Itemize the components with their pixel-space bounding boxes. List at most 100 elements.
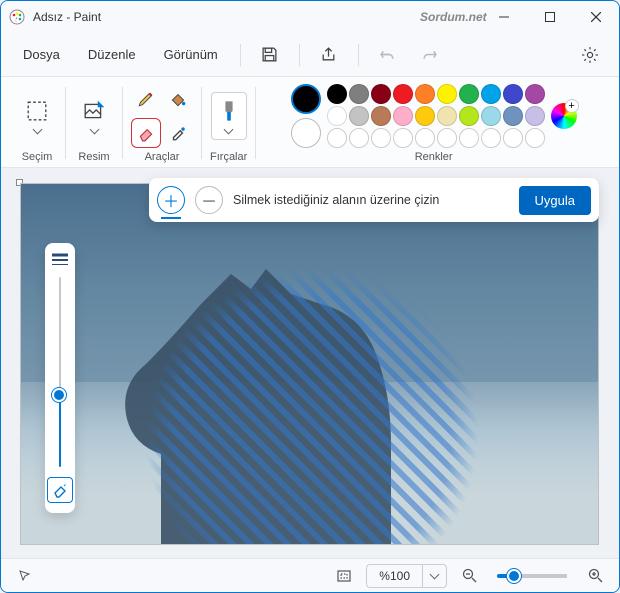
chevron-down-icon[interactable] (422, 564, 446, 588)
color-chip-empty[interactable] (349, 128, 369, 148)
active-colors (291, 84, 321, 148)
brush-size-panel (45, 243, 75, 513)
titlebar: Adsız - Paint Sordum.net (1, 1, 619, 33)
menu-edit[interactable]: Düzenle (78, 41, 146, 68)
color-chip[interactable] (437, 106, 457, 126)
undo-icon[interactable] (371, 38, 405, 72)
brush-size-decrease[interactable]: － (195, 186, 223, 214)
color-chip[interactable] (349, 84, 369, 104)
selection-tool[interactable] (17, 92, 57, 140)
group-label-selection: Seçim (22, 151, 53, 163)
apply-button[interactable]: Uygula (519, 186, 591, 215)
color-chip[interactable] (393, 106, 413, 126)
slider-thumb[interactable] (507, 569, 521, 583)
color-chip[interactable] (327, 106, 347, 126)
chevron-down-icon (224, 125, 234, 135)
redo-icon[interactable] (413, 38, 447, 72)
group-image: Resim (68, 83, 120, 163)
color-chip-empty[interactable] (415, 128, 435, 148)
color-chip[interactable] (481, 106, 501, 126)
zoom-value: %100 (367, 569, 422, 583)
color-chip[interactable] (503, 106, 523, 126)
save-icon[interactable] (253, 38, 287, 72)
brush-size-increase[interactable]: ＋ (157, 186, 185, 214)
color-chip-empty[interactable] (393, 128, 413, 148)
window-title: Adsız - Paint (33, 10, 481, 24)
settings-icon[interactable] (573, 38, 607, 72)
color-chip[interactable] (393, 84, 413, 104)
color-chip-empty[interactable] (371, 128, 391, 148)
group-selection: Seçim (11, 83, 63, 163)
cursor-position-icon (11, 562, 39, 590)
color-chip[interactable] (481, 84, 501, 104)
color-chip-empty[interactable] (327, 128, 347, 148)
zoom-out-icon[interactable] (455, 562, 483, 590)
primary-color[interactable] (291, 84, 321, 114)
pencil-tool[interactable] (131, 84, 161, 114)
group-label-brushes: Fırçalar (210, 151, 247, 163)
brush-lines-icon (51, 253, 69, 267)
fit-to-window-icon[interactable] (330, 562, 358, 590)
maximize-button[interactable] (527, 1, 573, 33)
color-chip-empty[interactable] (459, 128, 479, 148)
color-chip-empty[interactable] (481, 128, 501, 148)
watermark: Sordum.net (420, 10, 487, 24)
menubar: Dosya Düzenle Görünüm (1, 33, 619, 77)
color-chip[interactable] (459, 106, 479, 126)
separator (240, 44, 241, 66)
separator (122, 87, 123, 159)
window-controls (481, 1, 619, 33)
color-chip-empty[interactable] (437, 128, 457, 148)
separator (65, 87, 66, 159)
paint-app-icon (9, 9, 25, 25)
share-icon[interactable] (312, 38, 346, 72)
separator (358, 44, 359, 66)
color-chip-empty[interactable] (503, 128, 523, 148)
color-chip[interactable] (327, 84, 347, 104)
ribbon: Seçim Resim (1, 77, 619, 168)
close-button[interactable] (573, 1, 619, 33)
group-brushes: Fırçalar (204, 83, 253, 163)
erase-selection-overlay (81, 234, 501, 544)
erase-hint-text: Silmek istediğiniz alanın üzerine çizin (233, 193, 509, 207)
color-chip[interactable] (525, 84, 545, 104)
color-chip[interactable] (349, 106, 369, 126)
separator (299, 44, 300, 66)
image-tool[interactable] (74, 92, 114, 140)
zoom-dropdown[interactable]: %100 (366, 564, 447, 588)
group-label-colors: Renkler (415, 151, 453, 163)
fill-tool[interactable] (163, 84, 193, 114)
color-chip[interactable] (371, 106, 391, 126)
menu-file[interactable]: Dosya (13, 41, 70, 68)
chevron-down-icon (32, 124, 42, 134)
canvas[interactable] (21, 184, 598, 544)
brushes-button[interactable] (211, 92, 247, 140)
menu-view[interactable]: Görünüm (154, 41, 228, 68)
color-chip[interactable] (437, 84, 457, 104)
color-chip[interactable] (459, 84, 479, 104)
group-colors: Renkler (258, 83, 609, 163)
group-label-tools: Araçlar (145, 151, 180, 163)
group-label-image: Resim (78, 151, 109, 163)
color-chip[interactable] (371, 84, 391, 104)
color-chip[interactable] (525, 106, 545, 126)
secondary-color[interactable] (291, 118, 321, 148)
color-chip-empty[interactable] (525, 128, 545, 148)
canvas-area: ＋ － Silmek istediğiniz alanın üzerine çi… (1, 168, 619, 558)
eraser-tool[interactable] (131, 118, 161, 148)
color-chip[interactable] (415, 106, 435, 126)
zoom-in-icon[interactable] (581, 562, 609, 590)
brush-size-slider[interactable] (56, 277, 64, 467)
zoom-slider[interactable] (497, 574, 567, 578)
separator (201, 87, 202, 159)
generative-erase-icon[interactable] (47, 477, 73, 503)
separator (255, 87, 256, 159)
slider-thumb[interactable] (52, 388, 66, 402)
color-palette (327, 84, 545, 148)
color-chip[interactable] (503, 84, 523, 104)
color-chip[interactable] (415, 84, 435, 104)
color-picker-tool[interactable] (163, 118, 193, 148)
paint-window: Adsız - Paint Sordum.net Dosya Düzenle G… (0, 0, 620, 593)
minimize-button[interactable] (481, 1, 527, 33)
edit-colors-button[interactable] (551, 103, 577, 129)
